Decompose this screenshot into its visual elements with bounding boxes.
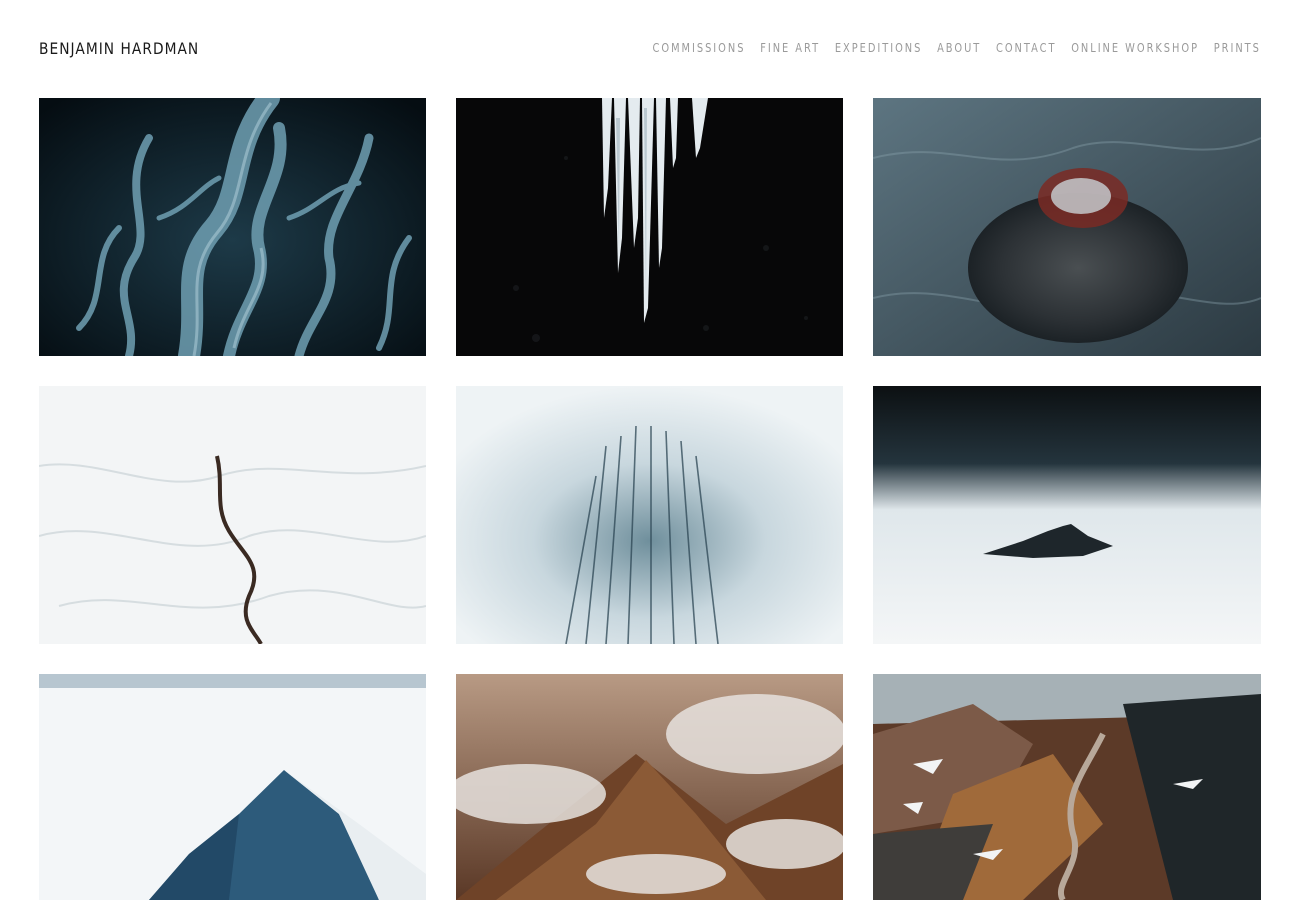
nav-expeditions[interactable]: EXPEDITIONS bbox=[835, 41, 923, 55]
gallery-photo-rhyolite-mountains[interactable] bbox=[873, 674, 1261, 900]
steam-mountains-image bbox=[456, 674, 843, 900]
gallery-photo-snow-valley[interactable] bbox=[39, 386, 426, 644]
gallery-photo-crater[interactable] bbox=[873, 98, 1261, 356]
snow-valley-image bbox=[39, 386, 426, 644]
main-nav: COMMISSIONS FINE ART EXPEDITIONS ABOUT C… bbox=[653, 41, 1261, 55]
nav-fine-art[interactable]: FINE ART bbox=[760, 41, 820, 55]
ice-ridge-image bbox=[39, 674, 426, 900]
gallery-photo-braided-river[interactable] bbox=[39, 98, 426, 356]
site-header: BENJAMIN HARDMAN COMMISSIONS FINE ART EX… bbox=[39, 0, 1261, 98]
nav-about[interactable]: ABOUT bbox=[937, 41, 981, 55]
nav-commissions[interactable]: COMMISSIONS bbox=[653, 41, 746, 55]
gallery-photo-steam-mountains[interactable] bbox=[456, 674, 843, 900]
braided-river-image bbox=[39, 98, 426, 356]
nav-prints[interactable]: PRINTS bbox=[1214, 41, 1261, 55]
crater-image bbox=[873, 98, 1261, 356]
nav-contact[interactable]: CONTACT bbox=[996, 41, 1056, 55]
gallery-photo-foggy-trees[interactable] bbox=[456, 386, 843, 644]
site-logo[interactable]: BENJAMIN HARDMAN bbox=[39, 39, 199, 58]
foggy-trees-image bbox=[456, 386, 843, 644]
gallery-photo-fog-peak[interactable] bbox=[873, 386, 1261, 644]
gallery-photo-ice-ridge[interactable] bbox=[39, 674, 426, 900]
fog-peak-image bbox=[873, 386, 1261, 644]
gallery-photo-icicles[interactable] bbox=[456, 98, 843, 356]
nav-online-workshop[interactable]: ONLINE WORKSHOP bbox=[1071, 41, 1199, 55]
rhyolite-mountains-image bbox=[873, 674, 1261, 900]
icicles-image bbox=[456, 98, 843, 356]
